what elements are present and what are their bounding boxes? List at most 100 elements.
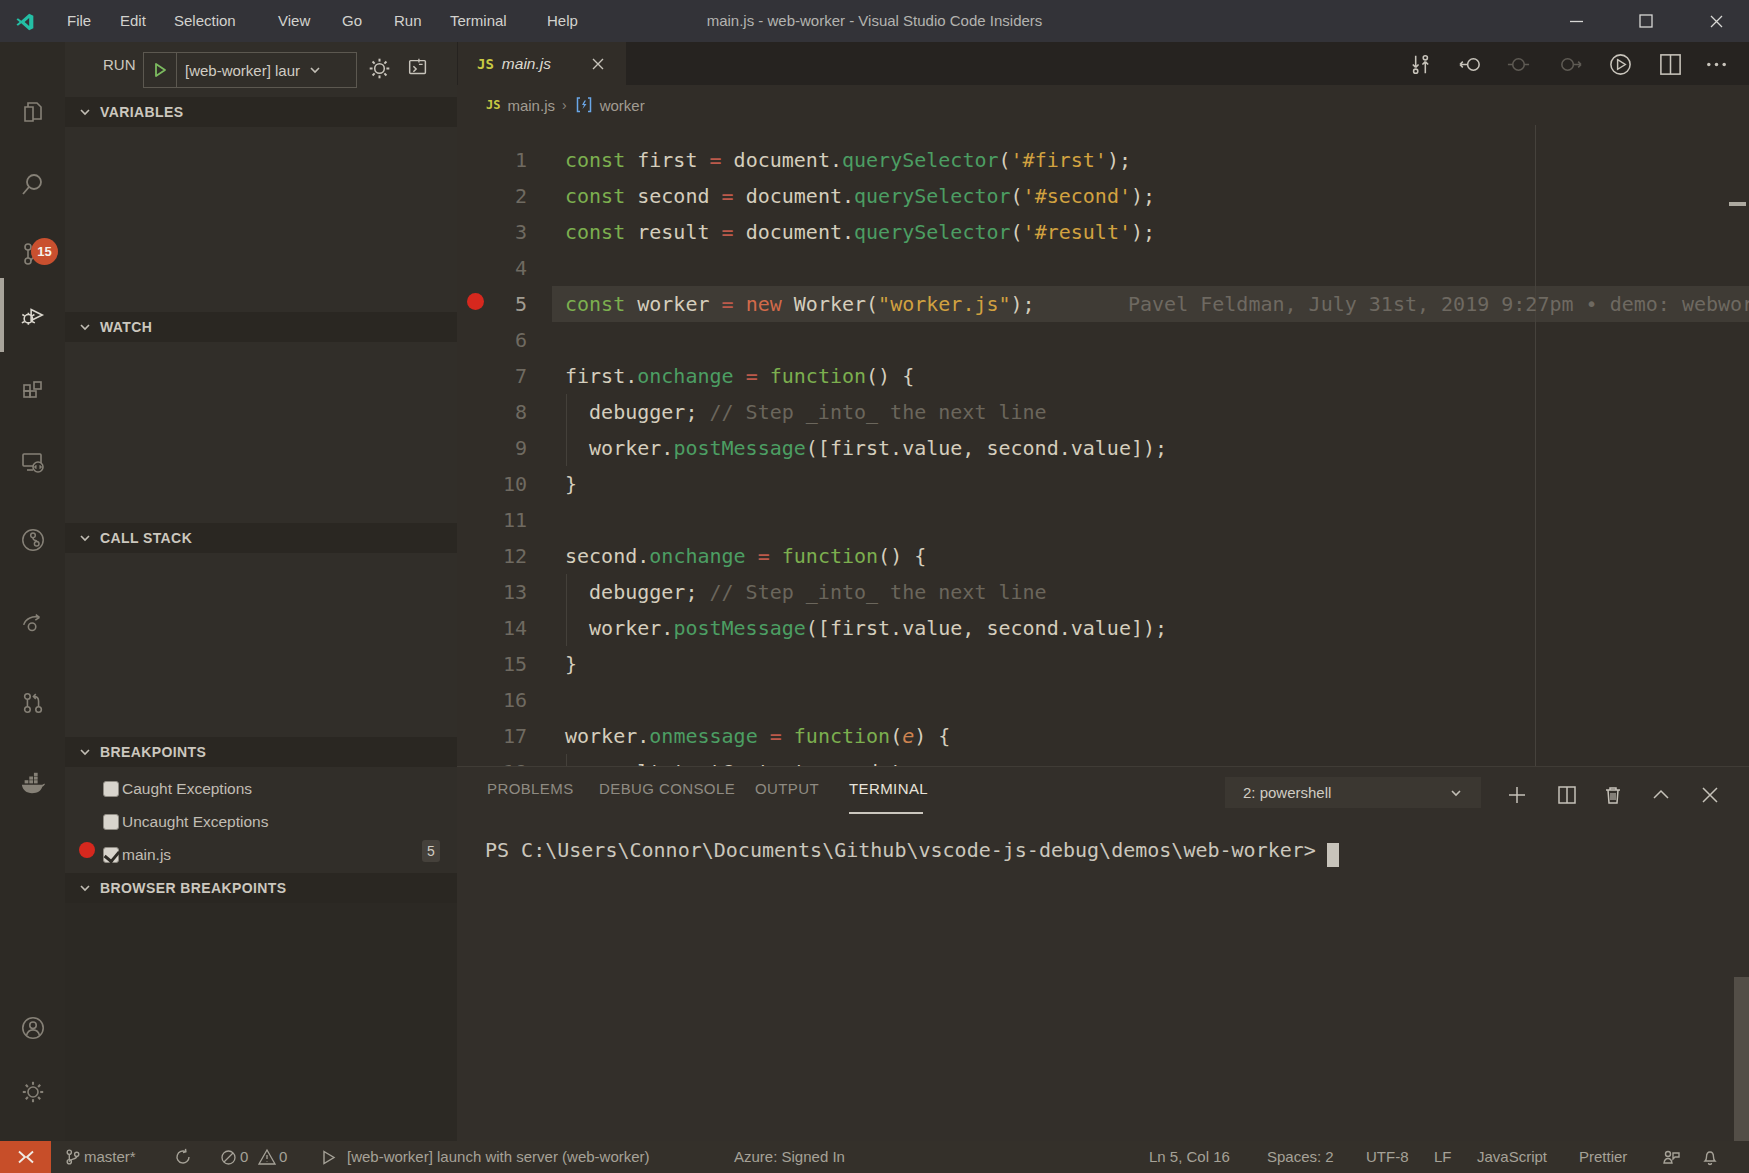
checkbox-checked[interactable] bbox=[103, 847, 119, 863]
formatter-label[interactable]: Prettier bbox=[1579, 1141, 1627, 1173]
launch-config-dropdown[interactable]: [web-worker] laur bbox=[143, 52, 357, 88]
breakpoint-caught-exceptions[interactable]: Caught Exceptions bbox=[65, 772, 457, 805]
accounts-icon[interactable] bbox=[20, 1015, 46, 1041]
open-changes-icon[interactable] bbox=[1407, 51, 1433, 77]
chevron-down-icon bbox=[1449, 786, 1463, 800]
explorer-icon[interactable] bbox=[20, 99, 46, 125]
minimize-button[interactable] bbox=[1546, 0, 1606, 42]
git-branch-label[interactable]: master* bbox=[84, 1141, 136, 1173]
overview-ruler-mark bbox=[1729, 202, 1746, 206]
symbol-event-icon bbox=[575, 96, 593, 114]
maximize-button[interactable] bbox=[1616, 0, 1676, 42]
docker-icon[interactable] bbox=[20, 770, 46, 796]
debug-settings-gear-icon[interactable] bbox=[366, 55, 392, 81]
kill-terminal-icon[interactable] bbox=[1600, 782, 1626, 808]
menu-file[interactable]: File bbox=[67, 0, 91, 42]
new-terminal-icon[interactable] bbox=[1504, 782, 1530, 808]
encoding-label[interactable]: UTF-8 bbox=[1366, 1141, 1409, 1173]
menu-terminal[interactable]: Terminal bbox=[450, 0, 507, 42]
errors-count[interactable]: 0 bbox=[240, 1141, 248, 1173]
tab-mainjs[interactable]: JS main.js bbox=[458, 42, 626, 85]
remote-explorer-icon[interactable] bbox=[20, 449, 46, 475]
editor-tab-bar: JS main.js bbox=[457, 42, 1749, 85]
status-bar: master* 0 0 [web-worker] launch with ser… bbox=[0, 1141, 1749, 1173]
close-panel-icon[interactable] bbox=[1697, 782, 1723, 808]
panel-tab-debug-console[interactable]: DEBUG CONSOLE bbox=[599, 780, 735, 797]
launch-config-label: [web-worker] laur bbox=[185, 62, 300, 79]
close-tab-icon[interactable] bbox=[591, 57, 605, 71]
section-watch[interactable]: WATCH bbox=[65, 312, 457, 342]
section-breakpoints[interactable]: BREAKPOINTS bbox=[65, 737, 457, 767]
title-bar: File Edit Selection View Go Run Terminal… bbox=[0, 0, 1749, 42]
warnings-count[interactable]: 0 bbox=[279, 1141, 287, 1173]
menu-help[interactable]: Help bbox=[547, 0, 578, 42]
split-editor-icon[interactable] bbox=[1657, 51, 1683, 77]
extensions-icon[interactable] bbox=[20, 379, 46, 405]
section-variables[interactable]: VARIABLES bbox=[65, 97, 457, 127]
sync-icon[interactable] bbox=[170, 1144, 196, 1170]
remote-indicator[interactable] bbox=[0, 1141, 51, 1173]
source-control-badge: 15 bbox=[31, 238, 58, 265]
run-label: RUN bbox=[103, 56, 136, 73]
notifications-bell-icon[interactable] bbox=[1697, 1144, 1723, 1170]
maximize-panel-icon[interactable] bbox=[1648, 782, 1674, 808]
close-window-button[interactable] bbox=[1686, 0, 1746, 42]
errors-icon[interactable] bbox=[215, 1144, 241, 1170]
run-debug-icon[interactable] bbox=[20, 302, 46, 328]
eol-label[interactable]: LF bbox=[1434, 1141, 1452, 1173]
breakpoint-uncaught-exceptions[interactable]: Uncaught Exceptions bbox=[65, 805, 457, 838]
bottom-panel: PROBLEMS DEBUG CONSOLE OUTPUT TERMINAL 2… bbox=[457, 766, 1749, 1141]
breakpoint-mainjs[interactable]: main.js 5 bbox=[65, 838, 457, 871]
debug-launch-label[interactable]: [web-worker] launch with server (web-wor… bbox=[347, 1141, 650, 1173]
panel-tab-terminal[interactable]: TERMINAL bbox=[849, 780, 928, 797]
warnings-icon[interactable] bbox=[254, 1144, 280, 1170]
pull-request-icon[interactable] bbox=[20, 690, 46, 716]
terminal-scrollbar[interactable] bbox=[1734, 977, 1749, 1142]
sidebar-empty-area bbox=[65, 903, 457, 1141]
chevron-down-icon bbox=[308, 63, 322, 77]
terminal-prompt[interactable]: PS C:\Users\Connor\Documents\Github\vsco… bbox=[485, 838, 1316, 862]
indentation-label[interactable]: Spaces: 2 bbox=[1267, 1141, 1334, 1173]
code-editor[interactable]: 123456789101112131415161718 const first … bbox=[457, 125, 1749, 766]
cursor-position[interactable]: Ln 5, Col 16 bbox=[1149, 1141, 1230, 1173]
javascript-file-icon: JS bbox=[486, 98, 500, 112]
menu-run[interactable]: Run bbox=[394, 0, 422, 42]
liveshare-icon[interactable] bbox=[20, 610, 46, 636]
section-browser-breakpoints[interactable]: BROWSER BREAKPOINTS bbox=[65, 873, 457, 903]
panel-tab-output[interactable]: OUTPUT bbox=[755, 780, 819, 797]
menu-selection[interactable]: Selection bbox=[174, 0, 236, 42]
language-label[interactable]: JavaScript bbox=[1477, 1141, 1547, 1173]
terminal-selector-dropdown[interactable]: 2: powershell bbox=[1225, 777, 1481, 808]
menu-go[interactable]: Go bbox=[342, 0, 362, 42]
line-numbers: 123456789101112131415161718 bbox=[457, 142, 527, 766]
vscode-insiders-logo bbox=[15, 12, 35, 32]
terminal-cursor bbox=[1327, 843, 1339, 867]
run-profile-icon[interactable] bbox=[1607, 51, 1633, 77]
settings-gear-icon[interactable] bbox=[20, 1079, 46, 1105]
breadcrumb-file[interactable]: main.js bbox=[507, 97, 555, 114]
javascript-file-icon: JS bbox=[477, 56, 494, 72]
more-actions-icon[interactable] bbox=[1703, 51, 1729, 77]
step-back-icon[interactable] bbox=[1457, 51, 1483, 77]
gitlens-icon[interactable] bbox=[20, 527, 46, 553]
debug-launch-icon[interactable] bbox=[315, 1144, 341, 1170]
search-icon[interactable] bbox=[20, 171, 46, 197]
feedback-icon[interactable] bbox=[1658, 1144, 1684, 1170]
menu-edit[interactable]: Edit bbox=[120, 0, 146, 42]
start-debug-button[interactable] bbox=[144, 53, 177, 87]
azure-signin-label[interactable]: Azure: Signed In bbox=[734, 1141, 845, 1173]
breadcrumb[interactable]: JS main.js › worker bbox=[457, 85, 1749, 125]
step-forward-icon[interactable] bbox=[1557, 51, 1583, 77]
menu-view[interactable]: View bbox=[278, 0, 310, 42]
breadcrumb-symbol[interactable]: worker bbox=[600, 97, 645, 114]
checkbox-unchecked[interactable] bbox=[103, 781, 119, 797]
git-branch-icon[interactable] bbox=[60, 1144, 86, 1170]
window-title: main.js - web-worker - Visual Studio Cod… bbox=[707, 0, 1043, 42]
panel-tab-problems[interactable]: PROBLEMS bbox=[487, 780, 574, 797]
split-terminal-icon[interactable] bbox=[1554, 782, 1580, 808]
checkbox-unchecked[interactable] bbox=[103, 814, 119, 830]
chevron-right-icon: › bbox=[562, 97, 567, 113]
section-call-stack[interactable]: CALL STACK bbox=[65, 523, 457, 553]
debug-console-icon[interactable] bbox=[405, 55, 431, 81]
reverse-continue-icon[interactable] bbox=[1505, 51, 1531, 77]
